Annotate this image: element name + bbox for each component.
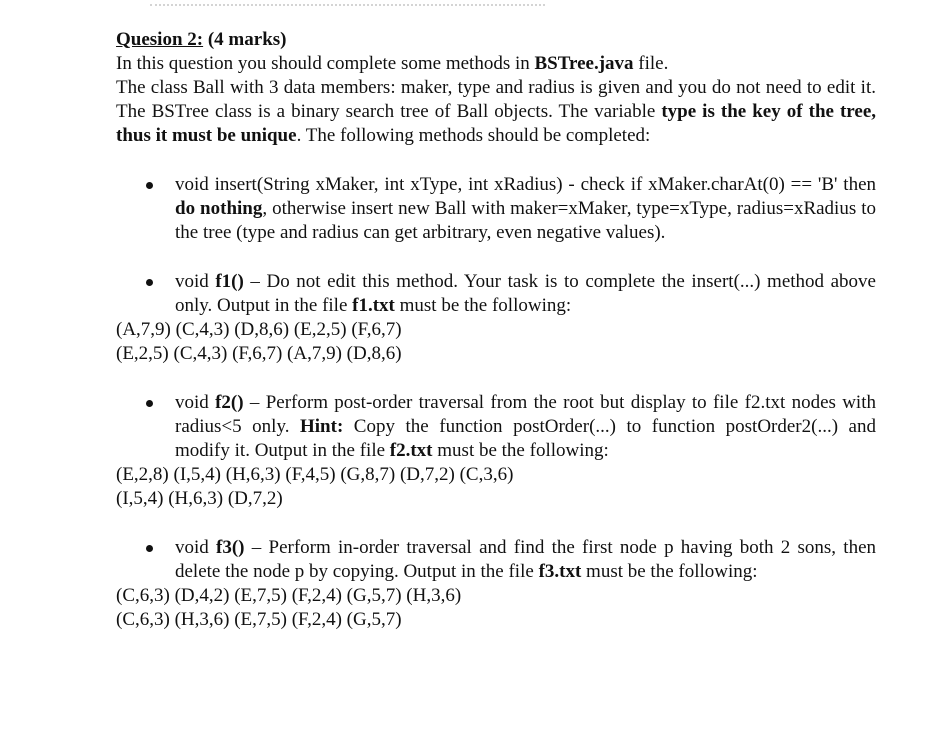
f1-output-line-1: (A,7,9) (C,4,3) (D,8,6) (E,2,5) (F,6,7) [116, 319, 402, 340]
intro-file-name: BSTree.java [534, 53, 634, 74]
intro-text: In this question you should complete som… [116, 53, 535, 74]
f1-description-end: must be the following: [394, 295, 572, 316]
f2-method-name: f2() [215, 392, 244, 413]
cropped-previous-line [150, 0, 545, 6]
f3-output-line-1: (C,6,3) (D,4,2) (E,7,5) (F,2,4) (G,5,7) … [116, 585, 462, 606]
f3-text: void [175, 537, 217, 558]
f2-hint-label: Hint: [300, 416, 344, 437]
bullet-icon [146, 182, 153, 189]
class-description-end: . The following methods should be comple… [296, 125, 651, 146]
f2-output-line-2: (I,5,4) (H,6,3) (D,7,2) [116, 488, 283, 509]
insert-text: void insert(String xMaker, int xType, in… [175, 174, 876, 195]
intro-paragraph: In this question you should complete som… [116, 52, 876, 76]
f3-output-line-2: (C,6,3) (H,3,6) (E,7,5) (F,2,4) (G,5,7) [116, 609, 402, 630]
question-content: Quesion 2: (4 marks) In this question yo… [116, 28, 876, 632]
insert-text-end: , otherwise insert new Ball with maker=x… [175, 198, 876, 243]
intro-text-end: file. [633, 53, 669, 74]
method-insert-item: void insert(String xMaker, int xType, in… [116, 173, 876, 245]
method-f3-item: void f3() – Perform in-order traversal a… [116, 536, 876, 584]
f2-file-name: f2.txt [389, 440, 433, 461]
f1-method-name: f1() [215, 271, 244, 292]
document-page: Quesion 2: (4 marks) In this question yo… [0, 0, 942, 735]
bullet-icon [146, 279, 153, 286]
question-label: Quesion 2: [116, 29, 204, 50]
f3-method-name: f3() [216, 537, 245, 558]
f2-text: void [175, 392, 216, 413]
bullet-icon [146, 545, 153, 552]
method-f2-item: void f2() – Perform post-order traversal… [116, 391, 876, 463]
insert-emphasis: do nothing [175, 198, 263, 219]
f1-file-name: f1.txt [352, 295, 395, 316]
bullet-icon [146, 400, 153, 407]
f2-description-end: must be the following: [432, 440, 609, 461]
f3-description-end: must be the following: [581, 561, 758, 582]
f3-description: – Perform in-order traversal and find th… [175, 537, 877, 582]
question-heading: Quesion 2: (4 marks) [116, 28, 876, 52]
question-marks: (4 marks) [207, 29, 287, 50]
f1-text: void [175, 271, 216, 292]
f1-output-line-2: (E,2,5) (C,4,3) (F,6,7) (A,7,9) (D,8,6) [116, 343, 402, 364]
f2-output-line-1: (E,2,8) (I,5,4) (H,6,3) (F,4,5) (G,8,7) … [116, 464, 514, 485]
f3-file-name: f3.txt [538, 561, 582, 582]
method-f1-item: void f1() – Do not edit this method. You… [116, 270, 876, 318]
class-description-paragraph: The class Ball with 3 data members: make… [116, 76, 876, 148]
